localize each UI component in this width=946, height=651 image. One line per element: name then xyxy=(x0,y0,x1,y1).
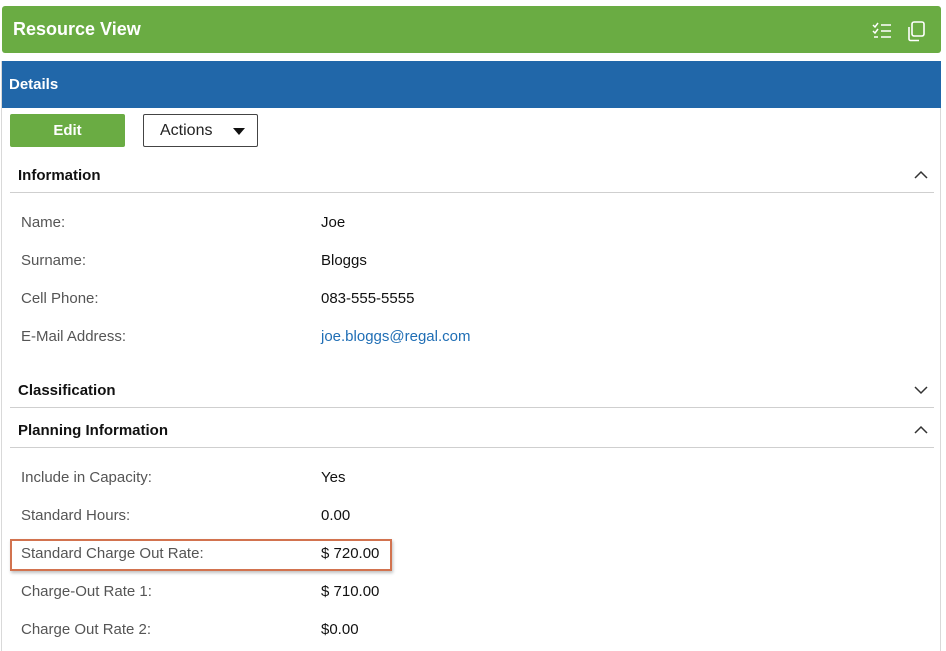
section-title: Information xyxy=(18,167,101,184)
field-value: Joe xyxy=(321,214,346,231)
section-title: Classification xyxy=(18,382,116,399)
field-label: Standard Hours: xyxy=(21,507,131,524)
field-row: Cell Phone: 083-555-5555 xyxy=(2,284,941,314)
field-row: Charge Out Rate 2: $0.00 xyxy=(2,615,941,645)
field-label: E-Mail Address: xyxy=(21,328,127,345)
details-panel: Details Edit Actions Information Name: J… xyxy=(1,61,941,651)
field-value: 0.00 xyxy=(321,507,351,524)
checklist-icon[interactable] xyxy=(871,20,893,42)
field-value: Bloggs xyxy=(321,252,367,269)
actions-label: Actions xyxy=(160,121,213,139)
caret-down-icon xyxy=(233,128,245,135)
title-bar: Resource View xyxy=(2,6,941,53)
field-row: Include in Capacity: Yes xyxy=(2,463,941,493)
field-value: 083-555-5555 xyxy=(321,290,415,307)
field-value: $ 720.00 xyxy=(321,545,380,562)
field-row: Surname: Bloggs xyxy=(2,246,941,276)
email-link[interactable]: joe.bloggs@regal.com xyxy=(321,328,470,345)
section-title: Planning Information xyxy=(18,422,168,439)
section-planning-information[interactable]: Planning Information xyxy=(10,413,934,448)
details-header: Details xyxy=(2,61,941,108)
field-value: $ 710.00 xyxy=(321,583,380,600)
field-label: Name: xyxy=(21,214,66,231)
field-label: Standard Charge Out Rate: xyxy=(21,545,204,562)
chevron-down-icon xyxy=(914,386,928,395)
actions-dropdown[interactable]: Actions xyxy=(143,114,258,147)
copy-icon[interactable] xyxy=(905,20,927,42)
details-title: Details xyxy=(9,76,59,93)
field-row: Standard Hours: 0.00 xyxy=(2,501,941,531)
chevron-up-icon xyxy=(914,170,928,179)
edit-button[interactable]: Edit xyxy=(10,114,125,147)
field-label: Cell Phone: xyxy=(21,290,99,307)
chevron-up-icon xyxy=(914,425,928,434)
field-value: $0.00 xyxy=(321,621,359,638)
field-row: Charge-Out Rate 1: $ 710.00 xyxy=(2,577,941,607)
field-label: Charge-Out Rate 1: xyxy=(21,583,152,600)
field-label: Surname: xyxy=(21,252,87,269)
field-row: E-Mail Address: joe.bloggs@regal.com xyxy=(2,322,941,352)
app-title: Resource View xyxy=(13,19,141,39)
field-row-highlighted: Standard Charge Out Rate: $ 720.00 xyxy=(2,539,941,569)
field-row: Name: Joe xyxy=(2,208,941,238)
section-classification[interactable]: Classification xyxy=(10,373,934,408)
field-label: Include in Capacity: xyxy=(21,469,152,486)
section-information[interactable]: Information xyxy=(10,158,934,193)
field-label: Charge Out Rate 2: xyxy=(21,621,152,638)
field-value: Yes xyxy=(321,469,346,486)
